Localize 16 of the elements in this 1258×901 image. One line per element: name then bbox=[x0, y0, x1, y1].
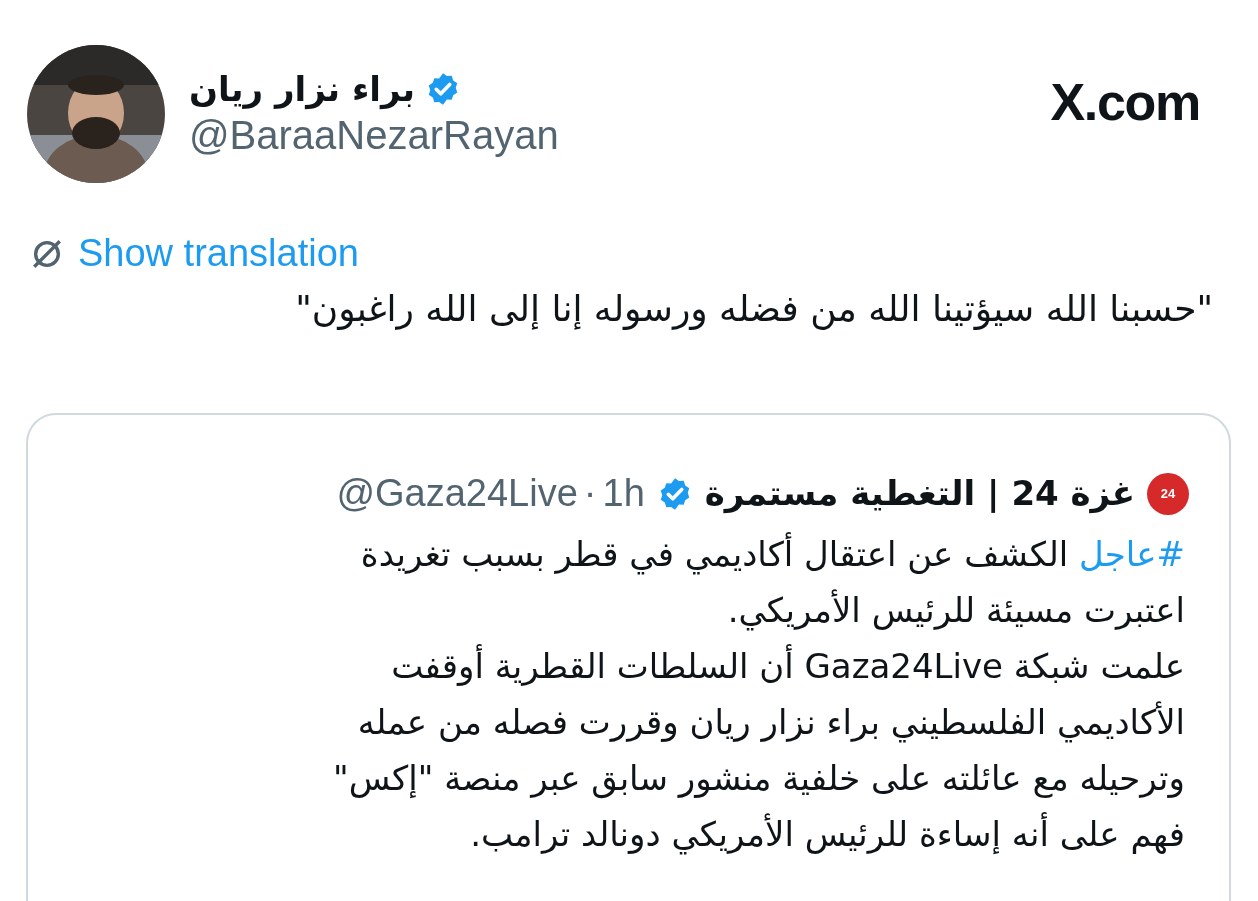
quote-text-line: فهم على أنه إساءة للرئيس الأمريكي دونالد ترامب. bbox=[469, 811, 1185, 857]
logo-icon: 24 bbox=[1147, 472, 1189, 515]
site-label: X.com bbox=[1050, 72, 1200, 133]
post-text: "حسبنا الله سيؤتينا الله من فضله ورسوله إنا إلى الله راغبون" bbox=[294, 287, 1214, 332]
account-name[interactable]: غزة 24 | التغطية مستمرة bbox=[704, 468, 1135, 519]
quote-text-line: اعتبرت مسيئة للرئيس الأمريكي. bbox=[726, 588, 1185, 633]
quote-text-line: #عاجل الكشف عن اعتقال أكاديمي في قطر بسبب تغريدة bbox=[359, 531, 1185, 577]
quoted-post-card[interactable] bbox=[26, 413, 1231, 901]
quote-text-line: الأكاديمي الفلسطيني براء نزار ريان وقررت فصله من عمله bbox=[356, 700, 1185, 745]
post-time: 1h bbox=[602, 471, 645, 516]
quote-text-line: علمت شبكة Gaza24Live أن السلطات القطرية أوقفت bbox=[390, 643, 1185, 688]
separator: · bbox=[583, 471, 597, 516]
quote-text-line: وترحيله مع عائلته على خلفية منشور سابق عبر منصة "إكس" bbox=[332, 757, 1185, 801]
account-handle[interactable]: @BaraaNezarRayan bbox=[189, 110, 559, 161]
account-handle[interactable]: @Gaza24Live bbox=[336, 465, 578, 522]
account-name[interactable]: براء نزار ريان bbox=[189, 67, 415, 111]
